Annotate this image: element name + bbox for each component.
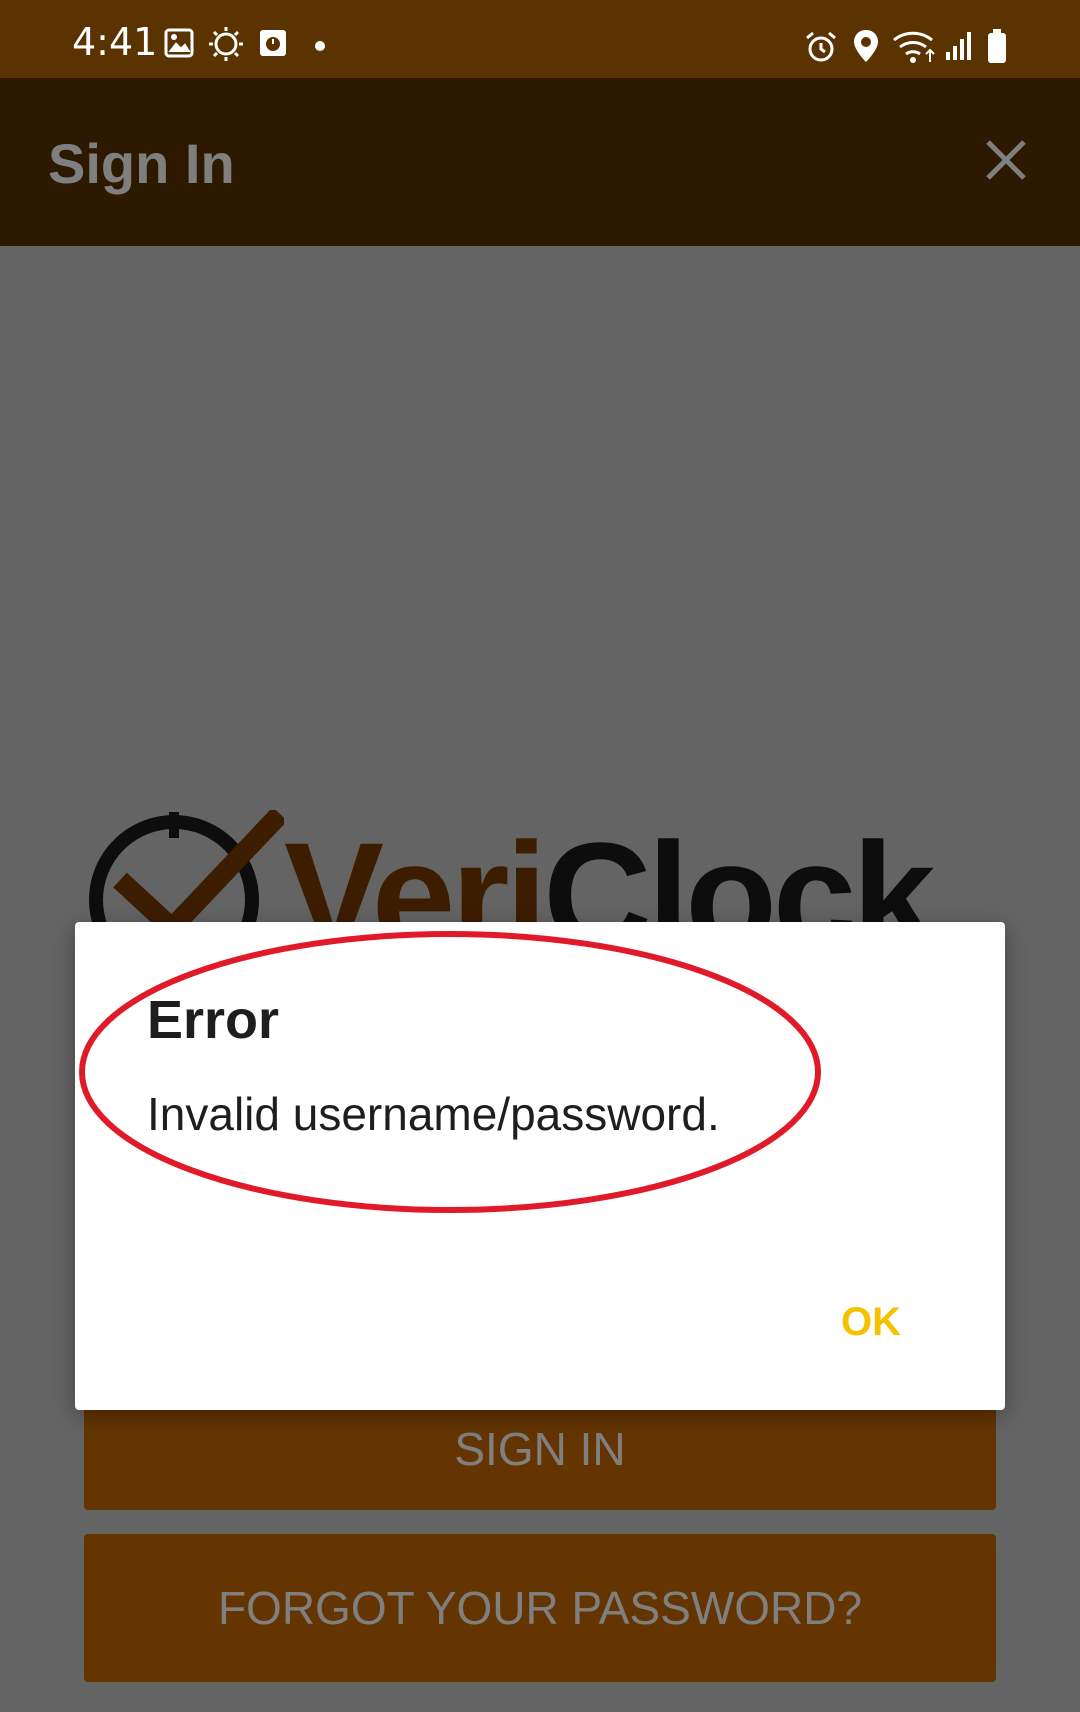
modal-scrim[interactable] [0,0,1080,1712]
gallery-icon [164,28,194,58]
signal-icon [946,32,971,60]
status-bar: 4:41 [0,0,1080,78]
alarm-icon [806,31,836,62]
wifi-icon [893,31,935,63]
location-icon [854,30,878,62]
status-time: 4:41 [72,20,158,64]
weather-icon [209,27,243,61]
media-icon [260,30,286,56]
notification-dot-icon [315,41,325,51]
battery-icon [988,29,1006,63]
annotation-ellipse [79,931,821,1213]
ok-button[interactable]: OK [827,1294,915,1350]
